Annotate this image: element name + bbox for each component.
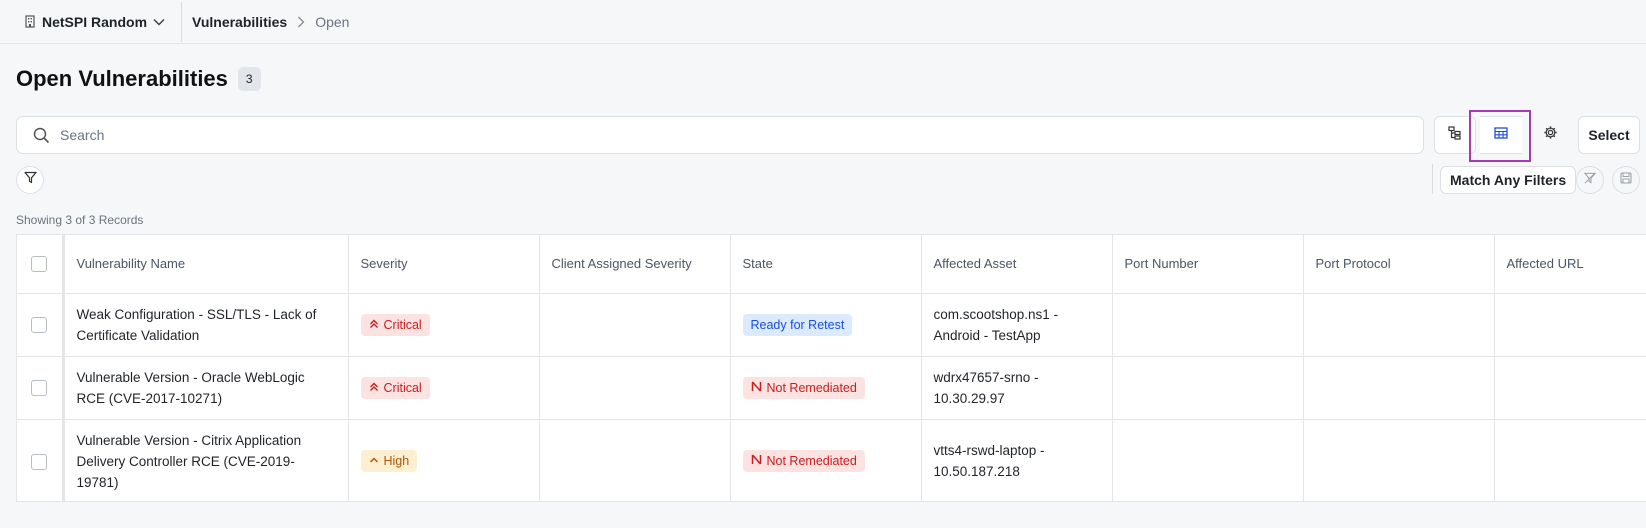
tree-view-icon bbox=[1448, 125, 1462, 145]
affected-url-cell bbox=[1494, 293, 1646, 357]
port-number-cell bbox=[1112, 356, 1304, 420]
state-label: Ready for Retest bbox=[750, 317, 845, 332]
column-header[interactable]: Vulnerability Name bbox=[63, 235, 349, 294]
port-protocol-cell bbox=[1303, 293, 1495, 357]
breadcrumb-vulnerabilities[interactable]: Vulnerabilities bbox=[192, 14, 287, 30]
save-filters-button[interactable] bbox=[1612, 166, 1640, 194]
page-header: Open Vulnerabilities 3 bbox=[16, 64, 261, 94]
state-label: Not Remediated bbox=[766, 454, 857, 468]
breadcrumb: Vulnerabilities Open bbox=[192, 14, 349, 30]
match-any-filters-button[interactable]: Match Any Filters bbox=[1440, 166, 1577, 194]
severity-label: Critical bbox=[383, 317, 422, 332]
severity-badge: Critical bbox=[360, 313, 430, 336]
severity-label: High bbox=[383, 454, 410, 468]
affected-url-cell bbox=[1494, 419, 1646, 501]
select-all-checkbox[interactable] bbox=[31, 256, 48, 273]
vulnerabilities-table: Vulnerability Name Severity Client Assig… bbox=[16, 234, 1646, 502]
severity-badge: Critical bbox=[360, 376, 430, 399]
row-select-cell bbox=[17, 419, 65, 501]
table-row[interactable]: Vulnerable Version - Oracle WebLogic RCE… bbox=[17, 356, 1646, 420]
severity-cell: Critical bbox=[348, 293, 540, 357]
top-bar: NetSPI Random Vulnerabilities Open bbox=[0, 0, 1646, 44]
vulnerability-name[interactable]: Weak Configuration - SSL/TLS - Lack of C… bbox=[63, 293, 349, 357]
affected-asset: com.scootshop.ns1 - Android - TestApp bbox=[921, 293, 1113, 357]
affected-url-cell bbox=[1494, 356, 1646, 420]
column-header[interactable]: Client Assigned Severity bbox=[539, 235, 731, 294]
table-row[interactable]: Vulnerable Version - Citrix Application … bbox=[17, 419, 1646, 501]
save-icon bbox=[1620, 171, 1632, 189]
port-number-cell bbox=[1112, 419, 1304, 501]
client-severity-cell bbox=[539, 293, 731, 357]
table-view-button[interactable] bbox=[1480, 116, 1522, 154]
row-checkbox[interactable] bbox=[31, 317, 48, 334]
org-switcher[interactable]: NetSPI Random bbox=[24, 1, 183, 42]
building-icon bbox=[24, 15, 36, 28]
severity-badge: High bbox=[360, 450, 418, 472]
port-protocol-cell bbox=[1303, 356, 1495, 420]
settings-button[interactable] bbox=[1530, 116, 1570, 154]
double-chevron-up-icon bbox=[369, 380, 379, 396]
records-count-text: Showing 3 of 3 Records bbox=[16, 213, 144, 227]
state-label: Not Remediated bbox=[766, 380, 857, 395]
affected-asset: vtts4-rswd-laptop - 10.50.187.218 bbox=[921, 419, 1113, 501]
filter-divider bbox=[1432, 164, 1433, 194]
select-all-cell bbox=[17, 235, 65, 294]
not-remediated-icon bbox=[751, 453, 762, 469]
state-badge: Not Remediated bbox=[742, 376, 865, 399]
gear-icon bbox=[1543, 125, 1558, 145]
filter-icon bbox=[23, 171, 37, 189]
org-name: NetSPI Random bbox=[42, 13, 148, 30]
severity-cell: High bbox=[348, 419, 540, 501]
state-cell: Not Remediated bbox=[730, 356, 922, 420]
row-select-cell bbox=[17, 356, 65, 420]
search-icon bbox=[33, 127, 50, 144]
state-cell: Ready for Retest bbox=[730, 293, 922, 357]
severity-cell: Critical bbox=[348, 356, 540, 420]
clear-filters-button[interactable] bbox=[1576, 166, 1604, 194]
search-bar[interactable] bbox=[16, 116, 1424, 154]
column-header[interactable]: Severity bbox=[348, 235, 540, 294]
search-input[interactable] bbox=[60, 127, 1360, 143]
row-checkbox[interactable] bbox=[31, 380, 48, 397]
table-header-row: Vulnerability Name Severity Client Assig… bbox=[17, 235, 1646, 294]
client-severity-cell bbox=[539, 356, 731, 420]
state-cell: Not Remediated bbox=[730, 419, 922, 501]
select-button[interactable]: Select bbox=[1578, 116, 1640, 154]
row-checkbox[interactable] bbox=[31, 453, 48, 470]
column-header[interactable]: Affected Asset bbox=[921, 235, 1113, 294]
breadcrumb-open: Open bbox=[315, 13, 350, 30]
port-number-cell bbox=[1112, 293, 1304, 357]
port-protocol-cell bbox=[1303, 419, 1495, 501]
row-select-cell bbox=[17, 293, 65, 357]
chevron-up-icon bbox=[369, 453, 379, 469]
severity-label: Critical bbox=[383, 380, 422, 395]
table-icon bbox=[1494, 126, 1508, 144]
column-header[interactable]: Port Number bbox=[1112, 235, 1304, 294]
vulnerability-name[interactable]: Vulnerable Version - Citrix Application … bbox=[63, 419, 349, 501]
not-remediated-icon bbox=[751, 380, 762, 396]
column-header[interactable]: Affected URL bbox=[1494, 235, 1646, 294]
column-header[interactable]: State bbox=[730, 235, 922, 294]
filter-clear-icon bbox=[1583, 171, 1597, 189]
page-title: Open Vulnerabilities bbox=[16, 66, 228, 91]
record-count-badge: 3 bbox=[237, 67, 261, 91]
table-row[interactable]: Weak Configuration - SSL/TLS - Lack of C… bbox=[17, 293, 1646, 357]
chevron-down-icon bbox=[153, 18, 165, 26]
state-badge: Ready for Retest bbox=[742, 313, 853, 336]
chevron-right-icon bbox=[297, 16, 305, 28]
vulnerability-name[interactable]: Vulnerable Version - Oracle WebLogic RCE… bbox=[63, 356, 349, 420]
client-severity-cell bbox=[539, 419, 731, 501]
double-chevron-up-icon bbox=[369, 317, 379, 333]
column-header[interactable]: Port Protocol bbox=[1303, 235, 1495, 294]
filter-button[interactable] bbox=[16, 166, 44, 194]
state-badge: Not Remediated bbox=[742, 450, 865, 472]
affected-asset: wdrx47657-srno - 10.30.29.97 bbox=[921, 356, 1113, 420]
